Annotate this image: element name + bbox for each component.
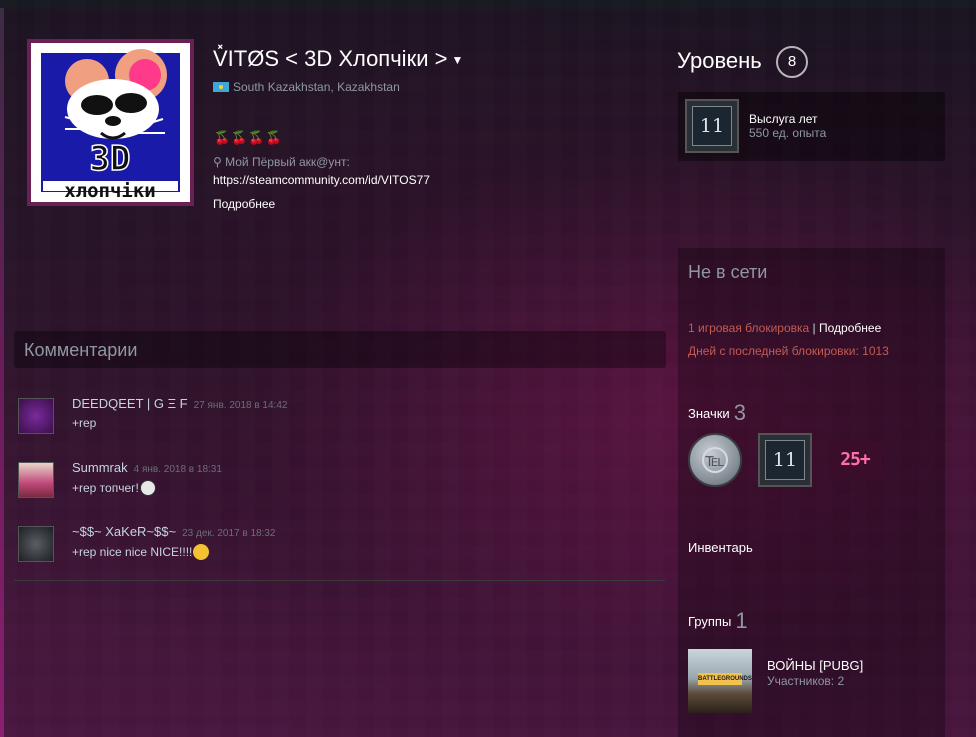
badge-name: Выслуга лет — [749, 112, 818, 126]
steam-emoticon-icon — [139, 480, 156, 496]
comment-text: +rep nice nice NICE!!!! — [72, 545, 193, 559]
comment-text: +rep — [72, 416, 97, 430]
chevron-down-icon[interactable]: ▼ — [451, 53, 463, 67]
ban-text: 1 игровая блокировка — [688, 321, 810, 335]
groups-label: Группы — [688, 614, 732, 629]
badges-label: Значки — [688, 406, 730, 421]
avatar-image: 3D хлопчіки — [35, 47, 186, 198]
group-name[interactable]: ВОЙНЫ [PUBG] — [767, 658, 863, 673]
kazakhstan-flag-icon — [213, 82, 229, 92]
comment-item: ~$$~ XaKeR~$$~ 23 дек. 2017 в 18:32 +rep … — [18, 524, 658, 574]
persona-name[interactable]: V̽ITØS < 3D Хлопчіки > ▼ — [213, 46, 463, 72]
commenter-avatar[interactable] — [18, 462, 54, 498]
map-pin-icon: ⚲ — [213, 155, 226, 169]
summary-link[interactable]: https://steamcommunity.com/id/VITOS77 — [213, 171, 430, 189]
persona-name-text: V̽ITØS < 3D Хлопчіки > — [213, 46, 448, 71]
inventory-link[interactable]: Инвентарь — [688, 540, 753, 555]
summary-line: Мой Пёрвый акк@унт: — [225, 155, 350, 169]
group-members: Участников: 2 — [767, 674, 845, 688]
comment-time: 23 дек. 2017 в 18:32 — [182, 528, 276, 539]
left-edge-strip — [0, 8, 4, 737]
groups-count: 1 — [735, 608, 748, 633]
profile-sidebar: Не в сети 1 игровая блокировка | Подробн… — [678, 248, 945, 737]
commenter-avatar[interactable] — [18, 398, 54, 434]
games-badge-icon[interactable]: 25+ — [828, 442, 882, 478]
comment-time: 27 янв. 2018 в 14:42 — [193, 400, 288, 411]
ban-more-link[interactable]: Подробнее — [819, 321, 881, 335]
comments-divider — [14, 580, 665, 581]
years-of-service-badge-icon: 11 — [685, 99, 739, 153]
groups-link[interactable]: Группы 1 — [688, 608, 748, 634]
badge-number: 11 — [765, 440, 805, 480]
badge-number: 11 — [692, 106, 732, 146]
smiley-emoticon-icon — [193, 544, 210, 560]
comment-item: Summrak 4 янв. 2018 в 18:31 +rep топчег! — [18, 460, 658, 510]
avatar-caption-text: хлопчіки — [64, 180, 156, 198]
ban-status: 1 игровая блокировка | Подробнее — [688, 321, 881, 335]
favorite-badge[interactable]: 11 Выслуга лет 550 ед. опыта — [678, 92, 945, 161]
commenter-name[interactable]: Summrak — [72, 460, 128, 475]
comment-item: DEEDQEET | G Ξ F 27 янв. 2018 в 14:42 +re… — [18, 396, 658, 446]
days-since-ban: Дней с последней блокировки: 1013 — [688, 344, 889, 358]
ban-separator: | — [812, 321, 816, 335]
avatar-3d-text: 3D — [90, 139, 131, 179]
comment-time: 4 янв. 2018 в 18:31 — [133, 464, 222, 475]
level-value[interactable]: 8 — [776, 46, 808, 78]
comments-header: Комментарии — [14, 331, 666, 368]
online-status: Не в сети — [688, 262, 768, 282]
more-info-link[interactable]: Подробнее — [213, 197, 275, 211]
level-label: Уровень — [677, 48, 762, 73]
coin-badge-icon[interactable]: ℡ — [688, 433, 742, 487]
profile-avatar[interactable]: 3D хлопчіки — [27, 39, 194, 206]
summary-cherries: 🍒🍒🍒🍒 — [214, 130, 283, 145]
location-text: South Kazakhstan, Kazakhstan — [233, 80, 400, 94]
comments-title: Комментарии — [24, 340, 138, 360]
location: South Kazakhstan, Kazakhstan — [213, 80, 400, 94]
group-avatar[interactable]: BATTLEGROUNDS — [688, 649, 752, 713]
pubg-logo: BATTLEGROUNDS — [698, 673, 752, 685]
badges-count: 3 — [733, 400, 746, 425]
commenter-avatar[interactable] — [18, 526, 54, 562]
years-of-service-badge-icon[interactable]: 11 — [758, 433, 812, 487]
commenter-name[interactable]: ~$$~ XaKeR~$$~ — [72, 524, 176, 539]
badge-xp: 550 ед. опыта — [749, 126, 827, 140]
badges-link[interactable]: Значки 3 — [688, 400, 746, 426]
top-bar — [0, 0, 976, 8]
commenter-name[interactable]: DEEDQEET | G Ξ F — [72, 396, 188, 411]
profile-summary: ⚲ Мой Пёрвый акк@унт: https://steamcommu… — [213, 153, 430, 189]
comment-text: +rep топчег! — [72, 481, 139, 495]
